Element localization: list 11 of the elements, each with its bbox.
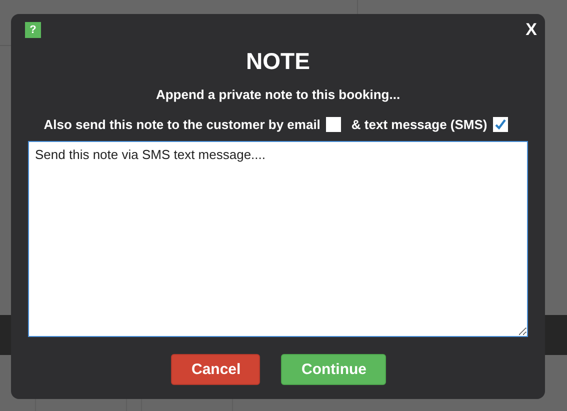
note-field[interactable]: Send this note via SMS text message....: [28, 141, 528, 337]
continue-button[interactable]: Continue: [280, 354, 386, 385]
close-button[interactable]: X: [522, 20, 541, 40]
dialog-subtitle: Append a private note to this booking...: [156, 87, 400, 102]
cancel-button[interactable]: Cancel: [170, 354, 260, 385]
option-label: Also send this note to the customer by email: [44, 117, 320, 132]
dialog-title: NOTE: [246, 47, 310, 75]
checkbox[interactable]: [493, 117, 508, 132]
checkbox[interactable]: [326, 117, 342, 132]
option-label: & text message (SMS): [351, 117, 488, 132]
help-button[interactable]: ?: [25, 22, 41, 38]
